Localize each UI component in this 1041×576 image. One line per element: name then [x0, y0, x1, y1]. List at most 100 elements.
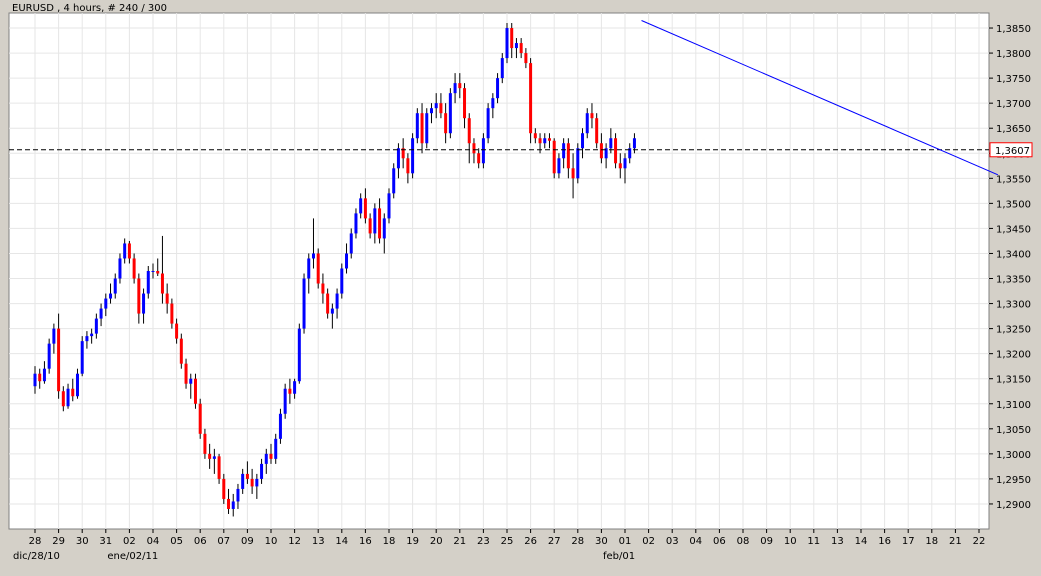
candle-body-down	[156, 271, 160, 274]
candle-body-down	[614, 138, 618, 164]
candle-body-down	[250, 478, 254, 487]
candle-body-down	[595, 118, 599, 144]
candlestick-chart[interactable]: 1,2900 1,2950 1,3000 1,3050 1,3100 1,3150 1,32…	[0, 0, 1041, 576]
candle-body-down	[321, 283, 325, 294]
x-tick-label: 31	[99, 536, 112, 547]
candle-body-up	[241, 473, 245, 489]
candle-body-up	[66, 388, 70, 407]
candle-body-down	[533, 133, 537, 139]
x-tick-label: 16	[878, 536, 891, 547]
candle-body-down	[208, 453, 212, 459]
x-tick-label: 09	[760, 536, 773, 547]
candle-body-down	[590, 113, 594, 119]
candle-body-down	[127, 243, 131, 259]
candle-body-down	[472, 143, 476, 154]
candle-body-up	[75, 373, 79, 397]
candle-body-down	[406, 158, 410, 174]
candle-body-up	[387, 193, 391, 219]
candle-body-up	[345, 253, 349, 269]
candle-body-up	[264, 453, 268, 464]
candle-body-down	[467, 118, 471, 144]
candle-body-up	[562, 143, 566, 159]
candle-body-up	[434, 103, 438, 109]
x-tick-label: 18	[925, 536, 938, 547]
y-tick-label: 1,2950	[996, 475, 1031, 486]
candle-body-up	[411, 138, 415, 174]
candle-body-up	[425, 113, 429, 144]
candle-body-up	[382, 218, 386, 239]
x-tick-label: 11	[807, 536, 820, 547]
candle-body-down	[524, 53, 528, 64]
candle-body-up	[52, 328, 56, 344]
y-tick-label: 1,3850	[996, 24, 1031, 35]
candle-body-up	[481, 138, 485, 164]
candle-body-up	[42, 368, 46, 382]
candle-body-up	[293, 381, 297, 394]
x-tick-label: 17	[902, 536, 915, 547]
x-tick-label: 06	[713, 536, 726, 547]
x-tick-label: 02	[642, 536, 655, 547]
candle-body-up	[113, 278, 117, 294]
candle-body-up	[335, 293, 339, 309]
candle-body-up	[453, 83, 457, 94]
candle-body-down	[547, 138, 551, 141]
candle-body-down	[222, 478, 226, 499]
y-tick-label: 1,3550	[996, 174, 1031, 185]
candle-body-up	[496, 78, 500, 99]
candle-body-down	[193, 378, 197, 404]
candle-body-up	[491, 98, 495, 109]
candle-body-up	[123, 243, 127, 259]
candle-body-up	[307, 258, 311, 279]
candle-body-up	[109, 293, 113, 299]
x-tick-label: 21	[453, 536, 466, 547]
x-tick-label: 06	[194, 536, 207, 547]
x-tick-label: 04	[147, 536, 160, 547]
candle-body-down	[420, 113, 424, 144]
candle-body-up	[47, 343, 51, 369]
candle-body-up	[142, 293, 146, 314]
candle-body-down	[316, 253, 320, 284]
candle-body-up	[359, 198, 363, 214]
x-tick-label: 21	[949, 536, 962, 547]
x-tick-label: 13	[312, 536, 325, 547]
candle-body-down	[458, 83, 462, 89]
candle-body-down	[198, 403, 202, 434]
candle-body-up	[340, 268, 344, 294]
candle-body-up	[151, 271, 155, 272]
x-tick-label: 16	[359, 536, 372, 547]
candle-body-down	[378, 208, 382, 239]
candle-body-up	[349, 233, 353, 254]
y-tick-label: 1,3050	[996, 425, 1031, 436]
candle-body-up	[415, 113, 419, 139]
y-tick-label: 1,3100	[996, 400, 1031, 411]
candle-body-up	[396, 148, 400, 169]
x-tick-label: 10	[784, 536, 797, 547]
x-tick-label: 28	[571, 536, 584, 547]
candle-body-up	[146, 271, 150, 294]
x-tick-label: 28	[29, 536, 42, 547]
candle-body-up	[260, 463, 264, 479]
candle-body-up	[311, 253, 315, 259]
candle-body-up	[118, 258, 122, 279]
price-box-label: 1,3607	[995, 146, 1030, 157]
y-tick-label: 1,3700	[996, 99, 1031, 110]
candle-body-down	[184, 363, 188, 384]
candle-body-up	[90, 333, 94, 337]
candle-body-down	[61, 391, 65, 407]
candle-body-up	[505, 28, 509, 59]
candle-body-up	[543, 138, 547, 144]
candle-body-down	[368, 218, 372, 234]
x-tick-label: 07	[217, 536, 230, 547]
candle-body-down	[170, 303, 174, 324]
x-tick-label: 26	[524, 536, 537, 547]
candle-body-down	[444, 113, 448, 134]
x-tick-label: 19	[406, 536, 419, 547]
candle-body-up	[283, 388, 287, 414]
candle-body-up	[429, 108, 433, 114]
x-tick-label: 01	[619, 536, 632, 547]
chart-window: 1,2900 1,2950 1,3000 1,3050 1,3100 1,3150 1,32…	[0, 0, 1041, 576]
x-tick-label: 13	[831, 536, 844, 547]
candle-body-down	[571, 168, 575, 179]
candle-body-down	[179, 338, 183, 364]
candle-body-down	[618, 163, 622, 169]
